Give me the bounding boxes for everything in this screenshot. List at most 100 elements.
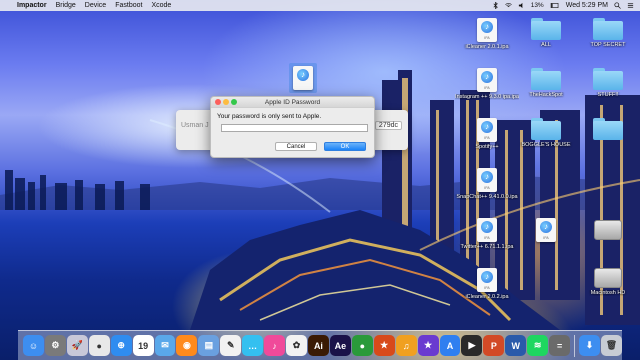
cancel-button[interactable]: Cancel	[275, 142, 317, 151]
menu-fastboot[interactable]: Fastboot	[115, 2, 142, 9]
ipa-file-icon: ♪ IPA	[477, 18, 497, 42]
mail-icon[interactable]: ✉	[154, 335, 176, 356]
game-app-icon[interactable]: ★	[373, 335, 395, 356]
folder-icon	[593, 18, 623, 40]
search-icon[interactable]	[614, 2, 621, 9]
after-effects-icon[interactable]: Ae	[329, 335, 351, 356]
battery-percent[interactable]: 13%	[531, 2, 544, 9]
folder-label: STUFF!!	[597, 92, 619, 98]
preview-icon[interactable]: ▤	[198, 335, 220, 356]
apple-id-password-dialog: Apple ID Password Your password is only …	[210, 96, 375, 158]
ipa-file-icon: ♪ IPA	[477, 118, 497, 142]
notification-center-icon[interactable]	[627, 2, 634, 9]
folder-label: BOGGLE'S HOUSE	[521, 142, 571, 148]
calendar-icon[interactable]: 19	[132, 335, 154, 356]
app-store-icon[interactable]: A	[439, 335, 461, 356]
zoom-window-icon[interactable]	[231, 99, 237, 105]
system-preferences-icon[interactable]: ⚙	[44, 335, 66, 356]
menu-bridge[interactable]: Bridge	[56, 2, 76, 9]
desktop-folder-thehackspot[interactable]: TheHackSpot	[514, 68, 578, 98]
desktop-drive-macintosh-hd[interactable]: Macintosh HD	[576, 268, 640, 296]
desktop-drive[interactable]	[576, 220, 640, 240]
file-label: iCleaner 2.0.1.ipa	[465, 44, 509, 50]
minimize-window-icon[interactable]	[223, 99, 229, 105]
dialog-titlebar: Apple ID Password	[211, 97, 374, 108]
trash-icon[interactable]: 🗑	[600, 335, 622, 356]
desktop-file-ipa[interactable]: ♪ IPA	[514, 218, 578, 242]
folder-label: TheHackSpot	[529, 92, 563, 98]
password-field[interactable]	[221, 124, 368, 132]
desktop-file-icleaner-202[interactable]: ♪ IPA iCleaner 2.0.2.ipa	[455, 268, 519, 300]
desktop-folder-boggles-house[interactable]: BOGGLE'S HOUSE	[514, 118, 578, 148]
ipa-file-icon: ♪ IPA	[477, 268, 497, 292]
wallpaper-hong-kong	[0, 70, 640, 330]
itunes-icon[interactable]: ♪	[264, 335, 286, 356]
battery-icon[interactable]	[550, 2, 560, 9]
file-label: SnapChat++ 9.41.0.0.ipa	[456, 194, 518, 200]
word-icon[interactable]: W	[505, 335, 527, 356]
illustrator-icon[interactable]: Ai	[307, 335, 329, 356]
desktop-folder[interactable]	[576, 118, 640, 140]
drive-icon	[594, 268, 622, 288]
photos-icon[interactable]: ✿	[286, 335, 307, 356]
folder-icon	[531, 18, 561, 40]
device-id-dropdown[interactable]: 279dc	[374, 121, 402, 130]
file-label: iCleaner 2.0.2.ipa	[465, 294, 509, 300]
menu-xcode[interactable]: Xcode	[151, 2, 171, 9]
desktop-file-twitter[interactable]: ♪ IPA Twitter++ 6.71.1.1.ipa	[455, 218, 519, 250]
folder-label: TOP SECRET	[590, 42, 626, 48]
folder-icon	[531, 68, 561, 90]
folder-icon	[593, 118, 623, 140]
final-cut-icon[interactable]: ▶	[461, 335, 483, 356]
file-label: Instagram ++ 9.3.0 ipa.ipa	[455, 94, 519, 100]
garageband-icon[interactable]: ♫	[395, 335, 417, 356]
powerpoint-icon[interactable]: P	[483, 335, 505, 356]
ipa-file-icon: ♪ IPA	[536, 218, 556, 242]
close-window-icon[interactable]	[215, 99, 221, 105]
ipa-file-icon: ♪	[293, 66, 313, 90]
spotify-icon[interactable]: ≋	[527, 335, 549, 356]
messages-icon[interactable]: …	[242, 335, 264, 356]
menu-impactor[interactable]: Impactor	[17, 2, 47, 9]
desktop-file-spotify[interactable]: ♪ IPA Spotify++	[455, 118, 519, 150]
dock-separator	[574, 334, 576, 357]
ipa-file-icon: ♪ IPA	[477, 168, 497, 192]
drive-label: Macintosh HD	[590, 290, 626, 296]
desktop-folder-top-secret[interactable]: TOP SECRET	[576, 18, 640, 48]
bluetooth-icon[interactable]	[492, 2, 499, 9]
folder-label: ALL	[541, 42, 551, 48]
folder-stack-icon[interactable]: ⬇	[579, 335, 600, 356]
desktop-file-instagram[interactable]: ♪ IPA Instagram ++ 9.3.0 ipa.ipa	[455, 68, 519, 100]
desktop-folder-stuff[interactable]: STUFF!!	[576, 68, 640, 98]
file-label: Twitter++ 6.71.1.1.ipa	[460, 244, 514, 250]
desktop-file-icleaner-201[interactable]: ♪ IPA iCleaner 2.0.1.ipa	[455, 18, 519, 50]
textedit-icon[interactable]: ✎	[220, 335, 242, 356]
clock[interactable]: Wed 5:29 PM	[566, 2, 608, 9]
finder-icon[interactable]: ☺	[23, 335, 44, 356]
desktop-folder-all[interactable]: ALL	[514, 18, 578, 48]
ok-button[interactable]: OK	[324, 142, 366, 151]
desktop-file-snapchat[interactable]: ♪ IPA SnapChat++ 9.41.0.0.ipa	[455, 168, 519, 200]
folder-icon	[593, 68, 623, 90]
imovie-icon[interactable]: ★	[417, 335, 439, 356]
camtasia-icon[interactable]: ●	[351, 335, 373, 356]
dock: ☺ ⚙ 🚀 ● ⊕ 19 ✉ ◉ ▤ ✎… ♪ ✿ Ai Ae ● ★ ♫ ★ A ▶ P W ≋ = ⬇ 🗑	[18, 330, 622, 360]
wifi-icon[interactable]	[504, 2, 512, 9]
dragged-ipa-file[interactable]: ♪	[289, 63, 317, 93]
folder-icon	[531, 118, 561, 140]
file-label: Spotify++	[475, 144, 499, 150]
status-area: 13% Wed 5:29 PM	[492, 2, 640, 9]
firefox-icon[interactable]: ◉	[176, 335, 198, 356]
volume-icon[interactable]	[518, 2, 525, 9]
device-select-text[interactable]: Usman J	[181, 122, 209, 129]
calculator-icon[interactable]: =	[549, 335, 571, 356]
safari-icon[interactable]: ⊕	[110, 335, 132, 356]
menu-device[interactable]: Device	[85, 2, 106, 9]
drive-icon	[594, 220, 622, 240]
dialog-message: Your password is only sent to Apple.	[217, 113, 322, 120]
ipa-file-icon: ♪ IPA	[477, 68, 497, 92]
menu-bar: Impactor Bridge Device Fastboot Xcode 13…	[0, 0, 640, 11]
launchpad-icon[interactable]: 🚀	[66, 335, 88, 356]
ipa-file-icon: ♪ IPA	[477, 218, 497, 242]
chrome-icon[interactable]: ●	[88, 335, 110, 356]
